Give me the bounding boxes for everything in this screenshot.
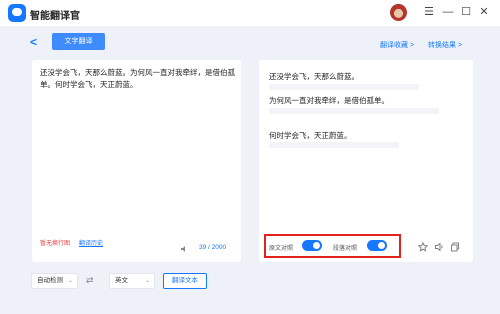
char-counter: 39 / 2000: [199, 244, 227, 251]
highlight-box: [264, 234, 401, 258]
app-title: 智能翻译官: [30, 11, 80, 22]
result-line: 还没学会飞，天那么蔚蓝。: [269, 72, 359, 81]
source-language-select[interactable]: 自动检测 ⌄: [31, 273, 78, 289]
minimize-icon[interactable]: —: [441, 5, 455, 19]
toolbar: < 文字翻译 翻译收藏 > 转换结果 >: [0, 26, 500, 60]
speaker-icon[interactable]: [434, 242, 444, 252]
source-text-input[interactable]: 还没学会飞，天那么蔚蓝。为何风一直对我牵绊，是借伯孤单。何时学会飞，天正蔚蓝。: [40, 67, 235, 91]
chevron-down-icon: ⌄: [67, 278, 73, 284]
source-panel[interactable]: 还没学会飞，天那么蔚蓝。为何风一直对我牵绊，是借伯孤单。何时学会飞，天正蔚蓝。 …: [32, 60, 241, 262]
switch-result-link[interactable]: 转换结果 >: [428, 40, 462, 50]
star-icon[interactable]: [418, 242, 428, 252]
source-language-value: 自动检测: [37, 277, 63, 284]
copy-icon[interactable]: [450, 242, 460, 252]
maximize-icon[interactable]: ☐: [459, 5, 473, 19]
result-ghost-line: [269, 142, 399, 148]
result-line: 为何风一直对我牵绊，是借伯孤单。: [269, 96, 389, 105]
title-bar: 智能翻译官 ☰ — ☐ ✕: [0, 0, 500, 26]
close-icon[interactable]: ✕: [477, 5, 491, 19]
history-link[interactable]: 翻译收藏 >: [380, 40, 414, 50]
menu-icon[interactable]: ☰: [422, 5, 436, 19]
app-logo-icon: [8, 4, 26, 22]
warning-text: 暂无换行图: [40, 241, 71, 247]
avatar[interactable]: [390, 4, 407, 21]
back-button[interactable]: <: [30, 35, 37, 49]
result-ghost-line: [269, 84, 419, 90]
target-language-select[interactable]: 英文 ⌄: [109, 273, 155, 289]
translate-button[interactable]: 翻译文本: [163, 273, 207, 289]
result-panel: 还没学会飞，天那么蔚蓝。 为何风一直对我牵绊，是借伯孤单。 何时学会飞，天正蔚蓝…: [259, 60, 473, 262]
chevron-down-icon: ⌄: [144, 278, 150, 284]
result-line: 何时学会飞，天正蔚蓝。: [269, 131, 352, 140]
speaker-icon[interactable]: [179, 244, 189, 254]
mode-tab-text-translate[interactable]: 文字翻译: [52, 33, 105, 50]
history-inline-link[interactable]: 翻译历史: [79, 238, 103, 247]
swap-languages-icon[interactable]: ⇄: [86, 275, 94, 286]
target-language-value: 英文: [115, 277, 128, 284]
result-ghost-line: [269, 108, 439, 114]
